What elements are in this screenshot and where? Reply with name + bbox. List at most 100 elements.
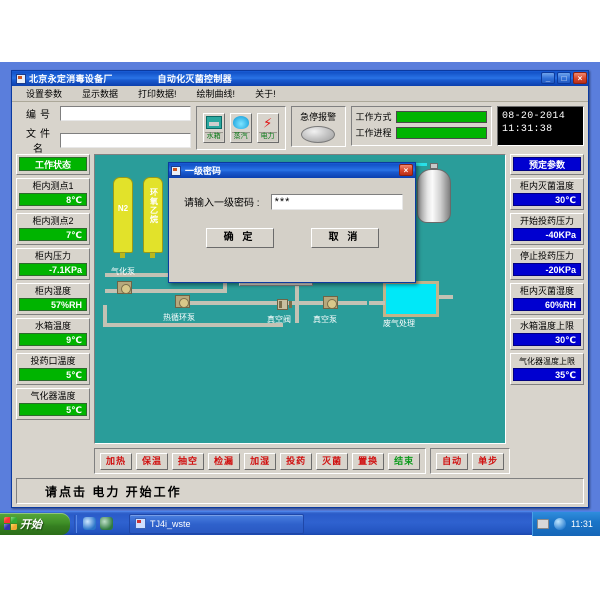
preset-item-dosing-start-pressure[interactable]: 开始投药压力 -40KPa <box>510 213 584 245</box>
work-mode-display <box>395 110 487 123</box>
emergency-alarm-indicator[interactable] <box>301 126 336 143</box>
preset-item-dosing-stop-pressure[interactable]: 停止投药压力 -20KPa <box>510 248 584 280</box>
operation-mode-group: 自动 单步 <box>430 448 511 474</box>
emergency-alarm-label: 急停报警 <box>300 112 337 122</box>
status-label: 柜内测点1 <box>32 181 74 191</box>
file-name-input[interactable] <box>60 132 191 148</box>
preset-value: 30℃ <box>513 333 581 346</box>
pipe-return-horizontal <box>103 323 283 327</box>
work-progress-label: 工作进程 <box>355 128 392 138</box>
tray-clock[interactable]: 11:31 <box>571 519 593 529</box>
steam-button[interactable]: 蒸汽 <box>229 113 252 143</box>
window-controls: _ □ × <box>541 72 587 84</box>
window-titlebar[interactable]: 北京永定消毒设备厂 自动化灭菌控制器 _ □ × <box>12 71 588 86</box>
menu-bar: 设置参数 显示数据 打印数据! 绘制曲线! 关于! <box>12 86 588 102</box>
window-title-company: 北京永定消毒设备厂 <box>29 74 113 84</box>
status-value: 8℃ <box>19 193 87 206</box>
gas-cylinder-eto: 环氧乙烷 <box>143 177 163 253</box>
start-button[interactable]: 开始 <box>0 512 70 535</box>
mode-button-automatic[interactable]: 自动 <box>436 452 469 470</box>
clock-time: 11:31:38 <box>501 124 553 135</box>
power-label: 电力 <box>258 132 277 141</box>
menu-item-print-data[interactable]: 打印数据! <box>128 86 187 101</box>
start-button-label: 开始 <box>20 518 42 531</box>
dialog-cancel-button[interactable]: 取 消 <box>310 228 379 248</box>
work-status-header: 工作状态 <box>19 157 87 171</box>
status-label: 柜内湿度 <box>34 286 71 296</box>
id-number-input[interactable] <box>60 106 191 121</box>
application-window: 北京永定消毒设备厂 自动化灭菌控制器 _ □ × 设置参数 显示数据 打印数据!… <box>11 70 589 508</box>
status-value: 5℃ <box>19 403 87 416</box>
vaporizer-pump <box>117 281 132 294</box>
gas-cylinder-eto-neck <box>150 253 155 258</box>
preset-item-vaporizer-temp-limit[interactable]: 气化器温度上限 35℃ <box>510 353 584 385</box>
app-icon <box>16 73 26 84</box>
preset-header: 预定参数 <box>513 157 581 171</box>
internet-explorer-icon[interactable] <box>83 517 96 530</box>
action-button-heat[interactable]: 加热 <box>100 452 133 470</box>
work-progress-row: 工作进程 <box>356 126 487 139</box>
preset-value: -40KPa <box>513 228 581 241</box>
mode-button-single-step[interactable]: 单步 <box>472 452 505 470</box>
work-status-header-cell: 工作状态 <box>16 154 90 175</box>
vacuum-valve <box>277 299 292 310</box>
preset-label: 停止投药压力 <box>519 251 574 261</box>
id-number-row: 编号 <box>16 106 191 121</box>
status-value: 7℃ <box>19 228 87 241</box>
action-button-humidify[interactable]: 加湿 <box>244 452 277 470</box>
storage-tank <box>417 169 451 223</box>
action-button-row: 加热 保温 抽空 检漏 加湿 投药 灭菌 置换 结束 自动 单步 <box>16 448 584 474</box>
taskbar-task-button[interactable]: TJ4i_wste <box>129 513 304 534</box>
password-input[interactable]: *** <box>270 193 403 210</box>
browser-icon[interactable] <box>100 517 113 530</box>
dialog-input-row: 请输入一级密码 : *** <box>181 192 403 211</box>
water-tank-button[interactable]: 水箱 <box>202 113 225 143</box>
energy-source-group: 水箱 蒸汽 电力 <box>195 106 286 150</box>
gas-cylinder-n2: N2 <box>113 177 133 253</box>
minimize-button[interactable]: _ <box>541 72 555 84</box>
dialog-icon <box>171 165 181 176</box>
status-item-chamber-point-2: 柜内测点2 7℃ <box>16 213 90 245</box>
status-value: 5℃ <box>19 368 87 381</box>
action-button-leak-test[interactable]: 检漏 <box>208 452 241 470</box>
status-label: 水箱温度 <box>34 321 71 331</box>
vaporizer-pump-label: 气化泵 <box>111 267 135 276</box>
action-button-evacuate[interactable]: 抽空 <box>172 452 205 470</box>
menu-item-draw-curve[interactable]: 绘制曲线! <box>187 86 246 101</box>
dialog-titlebar[interactable]: 一级密码 × <box>169 163 415 178</box>
status-value: -7.1KPa <box>19 263 87 276</box>
preset-item-sterilize-temp[interactable]: 柜内灭菌温度 30℃ <box>510 178 584 210</box>
close-button[interactable]: × <box>573 72 587 84</box>
energy-source-buttons: 水箱 蒸汽 电力 <box>197 107 285 149</box>
tray-network-icon[interactable] <box>554 518 566 530</box>
action-button-finish[interactable]: 结束 <box>388 452 421 470</box>
maximize-button[interactable]: □ <box>557 72 571 84</box>
gas-cylinder-n2-neck <box>120 253 125 258</box>
menu-item-about[interactable]: 关于! <box>245 86 286 101</box>
preset-item-sterilize-humidity[interactable]: 柜内灭菌湿度 60%RH <box>510 283 584 315</box>
dialog-close-icon[interactable]: × <box>399 164 413 176</box>
water-tank-label: 水箱 <box>204 132 223 141</box>
preset-label: 柜内灭菌温度 <box>519 181 574 191</box>
menu-item-settings[interactable]: 设置参数 <box>16 86 72 101</box>
password-dialog: 一级密码 × 请输入一级密码 : *** 确 定 取 消 <box>168 162 416 283</box>
action-button-purge[interactable]: 置换 <box>352 452 385 470</box>
steam-icon <box>232 116 249 129</box>
tray-removable-device-icon[interactable] <box>537 519 549 529</box>
pipe-waste-in <box>369 301 385 305</box>
preset-header-cell: 预定参数 <box>510 154 584 175</box>
action-button-sterilize[interactable]: 灭菌 <box>316 452 349 470</box>
emergency-alarm-group[interactable]: 急停报警 <box>290 106 346 147</box>
action-button-hold-temp[interactable]: 保温 <box>136 452 169 470</box>
windows-flag-icon <box>4 517 17 530</box>
status-message: 请点击 电力 开始工作 <box>45 484 182 499</box>
menu-item-show-data[interactable]: 显示数据 <box>72 86 128 101</box>
status-item-chamber-humidity: 柜内湿度 57%RH <box>16 283 90 315</box>
power-button[interactable]: 电力 <box>256 113 279 143</box>
window-title-product: 自动化灭菌控制器 <box>157 74 232 84</box>
action-button-dose[interactable]: 投药 <box>280 452 313 470</box>
dialog-ok-button[interactable]: 确 定 <box>205 228 274 248</box>
preset-value: 35℃ <box>513 368 581 381</box>
power-bolt-icon <box>260 116 276 129</box>
preset-item-water-tank-temp-limit[interactable]: 水箱温度上限 30℃ <box>510 318 584 350</box>
